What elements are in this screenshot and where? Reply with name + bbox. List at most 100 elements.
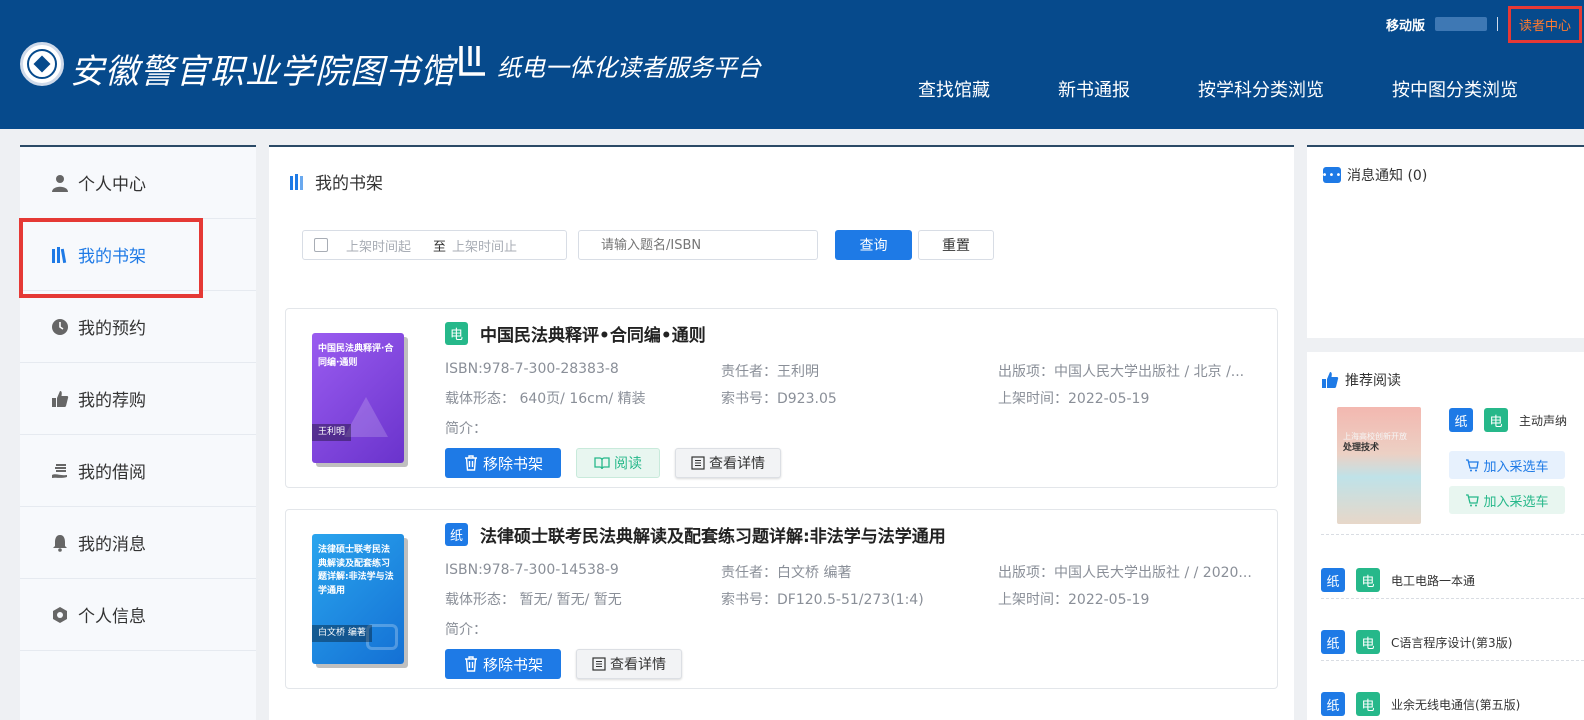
- paper-book-badge: 纸: [445, 523, 468, 546]
- reset-button[interactable]: 重置: [918, 230, 994, 260]
- library-name[interactable]: 安徽警官职业学院图书馆: [70, 44, 455, 93]
- recommend-title-text: 推荐阅读: [1345, 373, 1401, 389]
- paper-badge: 纸: [1449, 408, 1473, 432]
- sidebar-item-label: 我的借阅: [78, 463, 146, 483]
- nav-browse-by-subject[interactable]: 按学科分类浏览: [1198, 76, 1324, 102]
- detail-label: 查看详情: [610, 657, 666, 673]
- book-publisher: 出版项：中国人民大学出版社 / 北京 /...: [998, 364, 1245, 380]
- add-ebook-to-cart-button[interactable]: 加入采选车: [1449, 486, 1565, 514]
- user-icon: [50, 173, 70, 193]
- sidebar-item-my-reservations[interactable]: 我的预约: [20, 291, 256, 363]
- open-book-icon: [594, 457, 610, 470]
- message-panel: ••• 消息通知 (0): [1307, 145, 1584, 338]
- top-links: 移动版 读者中心: [1386, 5, 1582, 43]
- book-title[interactable]: 中国民法典释评•合同编•通则: [480, 321, 706, 346]
- book-cover[interactable]: 中国民法典释评·合同编·通则 王利明: [312, 333, 404, 463]
- page-title: 我的书架: [289, 169, 383, 194]
- shelf-date-range-picker[interactable]: 上架时间起 至 上架时间止: [302, 230, 567, 260]
- sidebar-item-label: 个人信息: [78, 607, 146, 627]
- featured-book-name[interactable]: 主动声纳: [1519, 412, 1567, 429]
- sidebar-item-my-bookshelf[interactable]: 我的书架: [20, 219, 256, 291]
- book-call-number: 索书号：D923.05: [721, 391, 837, 407]
- platform-name: 纸电一体化读者服务平台: [497, 54, 761, 82]
- list-icon: [691, 456, 705, 470]
- message-panel-title[interactable]: ••• 消息通知 (0): [1322, 165, 1428, 185]
- book-form: 载体形态： 640页/ 16cm/ 精装: [445, 391, 646, 407]
- book-card: 中国民法典释评·合同编·通则 王利明 电 中国民法典释评•合同编•通则 ISBN…: [285, 308, 1278, 488]
- book-author: 责任者：白文桥 编著: [721, 565, 852, 581]
- sidebar-item-my-recommendations[interactable]: 我的荐购: [20, 363, 256, 435]
- sidebar-item-my-borrowing[interactable]: 我的借阅: [20, 435, 256, 507]
- clock-icon: [50, 317, 70, 337]
- remove-label: 移除书架: [482, 655, 543, 674]
- cart-icon: [1466, 494, 1480, 507]
- featured-cover-title: 上海高校创新开放: [1343, 432, 1407, 441]
- sidebar-item-label: 我的书架: [78, 247, 146, 267]
- detail-label: 查看详情: [709, 456, 765, 472]
- view-details-button[interactable]: 查看详情: [576, 649, 682, 679]
- username-redacted: [1434, 17, 1487, 31]
- bookshelf-icon: [50, 245, 70, 265]
- book-title[interactable]: 法律硕士联考民法典解读及配套练习题详解:非法学与法学通用: [480, 522, 946, 547]
- recommend-panel: 推荐阅读 上海高校创新开放 处理技术 纸 电 主动声纳 加入采选车 加入采选车 …: [1307, 352, 1584, 720]
- recommend-book-name[interactable]: C语言程序设计(第3版): [1391, 634, 1512, 651]
- recommend-book-name[interactable]: 业余无线电通信(第五版): [1391, 696, 1520, 713]
- cart-icon: [1466, 459, 1480, 472]
- ebook-badge: 电: [1356, 630, 1380, 654]
- date-end-input[interactable]: 上架时间止: [452, 236, 517, 255]
- thumbs-up-icon: [1321, 371, 1339, 389]
- recommend-panel-title: 推荐阅读: [1321, 370, 1401, 390]
- book-cover[interactable]: 法律硕士联考民法典解读及配套练习题详解:非法学与法学通用 白文桥 编著: [312, 534, 404, 664]
- sidebar-item-label: 我的荐购: [78, 391, 146, 411]
- page-title-text: 我的书架: [315, 174, 383, 194]
- trash-icon: [464, 455, 477, 471]
- school-seal-logo[interactable]: [20, 42, 64, 86]
- paper-badge: 纸: [1321, 630, 1345, 654]
- sidebar-item-personal-info[interactable]: 个人信息: [20, 579, 256, 651]
- mobile-version-link[interactable]: 移动版: [1386, 15, 1425, 34]
- book-shelf-date: 上架时间：2022-05-19: [998, 592, 1150, 608]
- sidebar-item-label: 我的预约: [78, 319, 146, 339]
- chat-bubble-icon: •••: [1322, 167, 1341, 183]
- remove-label: 移除书架: [482, 454, 543, 473]
- featured-book-cover[interactable]: 上海高校创新开放 处理技术: [1337, 407, 1421, 524]
- recommend-book-name[interactable]: 电工电路一本通: [1391, 572, 1475, 589]
- bell-icon: [50, 533, 70, 553]
- nav-find-collection[interactable]: 查找馆藏: [918, 76, 990, 102]
- platform-logo-icon: [459, 46, 485, 76]
- list-divider: [1321, 598, 1584, 599]
- reader-center-link[interactable]: 读者中心: [1507, 5, 1582, 43]
- trash-icon: [464, 656, 477, 672]
- nav-new-books[interactable]: 新书通报: [1058, 76, 1130, 102]
- list-divider: [1321, 660, 1584, 661]
- top-header: 安徽警官职业学院图书馆 纸电一体化读者服务平台 移动版 读者中心 查找馆藏 新书…: [0, 0, 1584, 129]
- remove-from-shelf-button[interactable]: 移除书架: [445, 448, 561, 478]
- link-divider: [1496, 17, 1498, 31]
- calendar-icon: [314, 238, 328, 252]
- left-sidebar: 个人中心 我的书架 我的预约 我的荐购 我的借阅 我的消息 个人信息: [20, 145, 256, 720]
- ebook-badge: 电: [1484, 408, 1508, 432]
- bookshelf-icon: [289, 173, 307, 191]
- add-paper-to-cart-button[interactable]: 加入采选车: [1449, 451, 1565, 479]
- remove-from-shelf-button[interactable]: 移除书架: [445, 649, 561, 679]
- ebook-badge: 电: [1356, 568, 1380, 592]
- query-button[interactable]: 查询: [835, 230, 912, 260]
- ebook-badge: 电: [445, 322, 468, 345]
- logo-divider: [436, 54, 438, 74]
- sidebar-item-my-messages[interactable]: 我的消息: [20, 507, 256, 579]
- nav-browse-by-clc[interactable]: 按中图分类浏览: [1392, 76, 1518, 102]
- book-isbn: ISBN:978-7-300-14538-9: [445, 562, 619, 578]
- list-divider: [1321, 534, 1584, 535]
- book-isbn: ISBN:978-7-300-28383-8: [445, 361, 619, 377]
- book-author: 责任者：王利明: [721, 364, 819, 380]
- read-button[interactable]: 阅读: [576, 448, 660, 478]
- sidebar-item-personal-center[interactable]: 个人中心: [20, 147, 256, 219]
- date-start-input[interactable]: 上架时间起: [346, 236, 411, 255]
- featured-cover-subtitle: 处理技术: [1343, 443, 1380, 454]
- cover-title: 法律硕士联考民法典解读及配套练习题详解:非法学与法学通用: [318, 545, 394, 596]
- thumbs-up-icon: [50, 389, 70, 409]
- view-details-button[interactable]: 查看详情: [675, 448, 781, 478]
- hand-book-icon: [50, 461, 70, 481]
- message-title-text: 消息通知 (0): [1347, 168, 1428, 184]
- title-isbn-search-input[interactable]: [578, 230, 818, 260]
